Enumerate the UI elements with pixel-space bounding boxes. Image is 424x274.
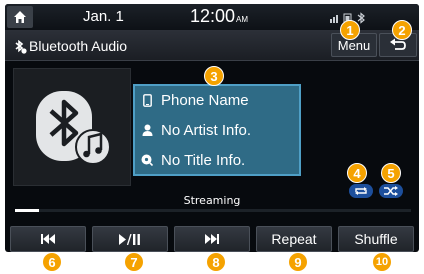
home-button[interactable] (7, 6, 33, 28)
next-track-icon (205, 234, 219, 244)
back-arrow-icon (390, 38, 406, 50)
progress-bar[interactable] (15, 209, 411, 212)
repeat-button[interactable]: Repeat (256, 226, 332, 252)
artist-icon (141, 123, 153, 137)
playback-status: Streaming (183, 194, 241, 207)
track-info-panel: Phone Name No Artist Info. No Title Info… (133, 84, 301, 176)
previous-button[interactable] (10, 226, 86, 252)
clock-ampm: AM (236, 15, 249, 24)
phone-name-row: Phone Name (141, 89, 249, 111)
callout-badge-2: 2 (392, 20, 412, 40)
callout-badge-10: 10 (372, 252, 392, 272)
callout-badge-9: 9 (288, 252, 308, 272)
home-icon (14, 11, 26, 23)
callout-badge-4: 4 (347, 163, 367, 183)
signal-icon (330, 15, 338, 23)
callout-badge-1: 1 (340, 20, 360, 40)
next-button[interactable] (174, 226, 250, 252)
callout-badge-8: 8 (206, 252, 226, 272)
play-pause-icon (119, 233, 140, 245)
previous-track-icon (41, 234, 55, 244)
callout-badge-5: 5 (381, 163, 401, 183)
time-display: 12:00AM (190, 6, 248, 27)
bluetooth-status-icon (357, 12, 365, 24)
callout-badge-3: 3 (204, 66, 224, 86)
bluetooth-audio-icon (15, 40, 27, 54)
song-title: No Title Info. (161, 151, 246, 169)
song-title-row: No Title Info. (141, 149, 245, 171)
clock-time: 12:00 (190, 6, 236, 26)
callout-badge-7: 7 (124, 252, 144, 272)
phone-name: Phone Name (161, 91, 249, 109)
artist-row: No Artist Info. (141, 119, 251, 141)
shuffle-button[interactable]: Shuffle (338, 226, 414, 252)
artist-name: No Artist Info. (161, 121, 252, 139)
progress-fill (15, 209, 39, 212)
infotainment-screen: Jan. 1 12:00AM Bluetooth Audio Menu Phon… (5, 4, 419, 252)
callout-badge-6: 6 (42, 252, 62, 272)
date-display: Jan. 1 (83, 8, 124, 25)
phone-icon (141, 93, 153, 107)
source-title: Bluetooth Audio (29, 38, 128, 54)
song-title-icon (141, 153, 153, 167)
album-art (13, 68, 131, 186)
play-pause-button[interactable] (92, 226, 168, 252)
bluetooth-music-icon (36, 91, 111, 165)
